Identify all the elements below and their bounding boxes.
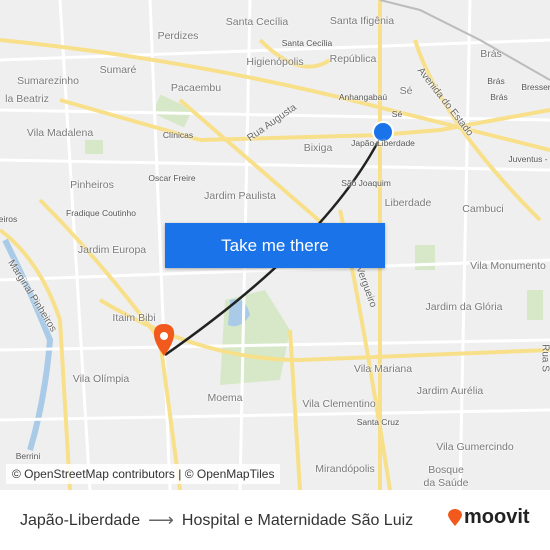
place-label: Bosque (428, 464, 464, 476)
place-label: Mirandópolis (315, 463, 375, 475)
place-label: Juventus - (508, 154, 548, 164)
place-label: Brás (487, 76, 505, 86)
place-label: Moema (207, 392, 243, 404)
park (527, 290, 543, 320)
destination-name: Hospital e Maternidade São Luiz (181, 511, 414, 529)
place-label: Perdizes (157, 30, 199, 42)
moovit-pin-icon (448, 508, 462, 526)
origin-name: Japão-Liberdade (20, 511, 141, 529)
place-label: Higienópolis (246, 56, 304, 68)
place-label: Vila Gumercindo (436, 441, 514, 453)
place-label: Anhangabaú (338, 92, 388, 102)
place-label: Jardim Europa (77, 244, 147, 256)
place-label: Oscar Freire (148, 173, 196, 183)
place-label: Brás (490, 92, 508, 102)
place-label: Vila Madalena (26, 127, 94, 139)
place-label: la Beatriz (5, 93, 49, 105)
place-label: Vila Clementino (302, 398, 376, 410)
place-label: Jardim da Glória (425, 301, 503, 313)
place-label: Berrini (15, 451, 41, 461)
place-label: Sumaré (99, 64, 137, 76)
place-label: Santa Cecília (225, 16, 289, 28)
route-summary: Japão-Liberdade ⟶ Hospital e Maternidade… (20, 510, 413, 531)
arrow-right-icon: ⟶ (148, 510, 174, 530)
place-label: Vila Monumento (470, 260, 546, 272)
place-label: Brás (480, 48, 502, 60)
place-label: Santa Cecília (281, 38, 333, 48)
place-label: Jardim Paulista (204, 190, 276, 202)
place-label: Cambuci (462, 203, 504, 215)
place-label: Santa Cruz (356, 417, 400, 427)
park (152, 94, 193, 128)
moovit-logo: moovit (448, 506, 530, 529)
place-label: Itaim Bibi (112, 312, 156, 324)
place-label: Bresser (521, 82, 550, 92)
road-label: Rua S (539, 344, 550, 372)
place-label: Sé (399, 85, 413, 97)
place-label: Pacaembu (170, 82, 222, 94)
place-label: Vila Olímpia (72, 373, 130, 385)
map-attribution[interactable]: © OpenStreetMap contributors | © OpenMap… (6, 464, 281, 484)
place-label: Liberdade (384, 197, 432, 209)
place-label: Japão-Liberdade (351, 138, 415, 148)
place-label: da Saúde (423, 477, 469, 489)
place-label: Pinheiros (70, 179, 114, 191)
place-label: Bixiga (303, 142, 333, 154)
place-label: República (329, 53, 377, 65)
place-label: Santa Ifigênia (329, 15, 395, 27)
place-label: Fradique Coutinho (66, 208, 136, 218)
take-me-there-button[interactable]: Take me there (165, 223, 385, 268)
place-label: eiros (0, 214, 18, 224)
place-label: Sumarezinho (17, 75, 79, 87)
place-label: Clínicas (162, 130, 194, 140)
map[interactable]: Santa Cecília Santa Ifigênia Perdizes Santa… (0, 0, 550, 490)
park (85, 140, 103, 154)
place-label: Sé (391, 109, 403, 119)
place-label: Jardim Aurélia (416, 385, 484, 397)
place-label: São Joaquim (341, 178, 391, 188)
place-label: Vila Mariana (353, 363, 413, 375)
